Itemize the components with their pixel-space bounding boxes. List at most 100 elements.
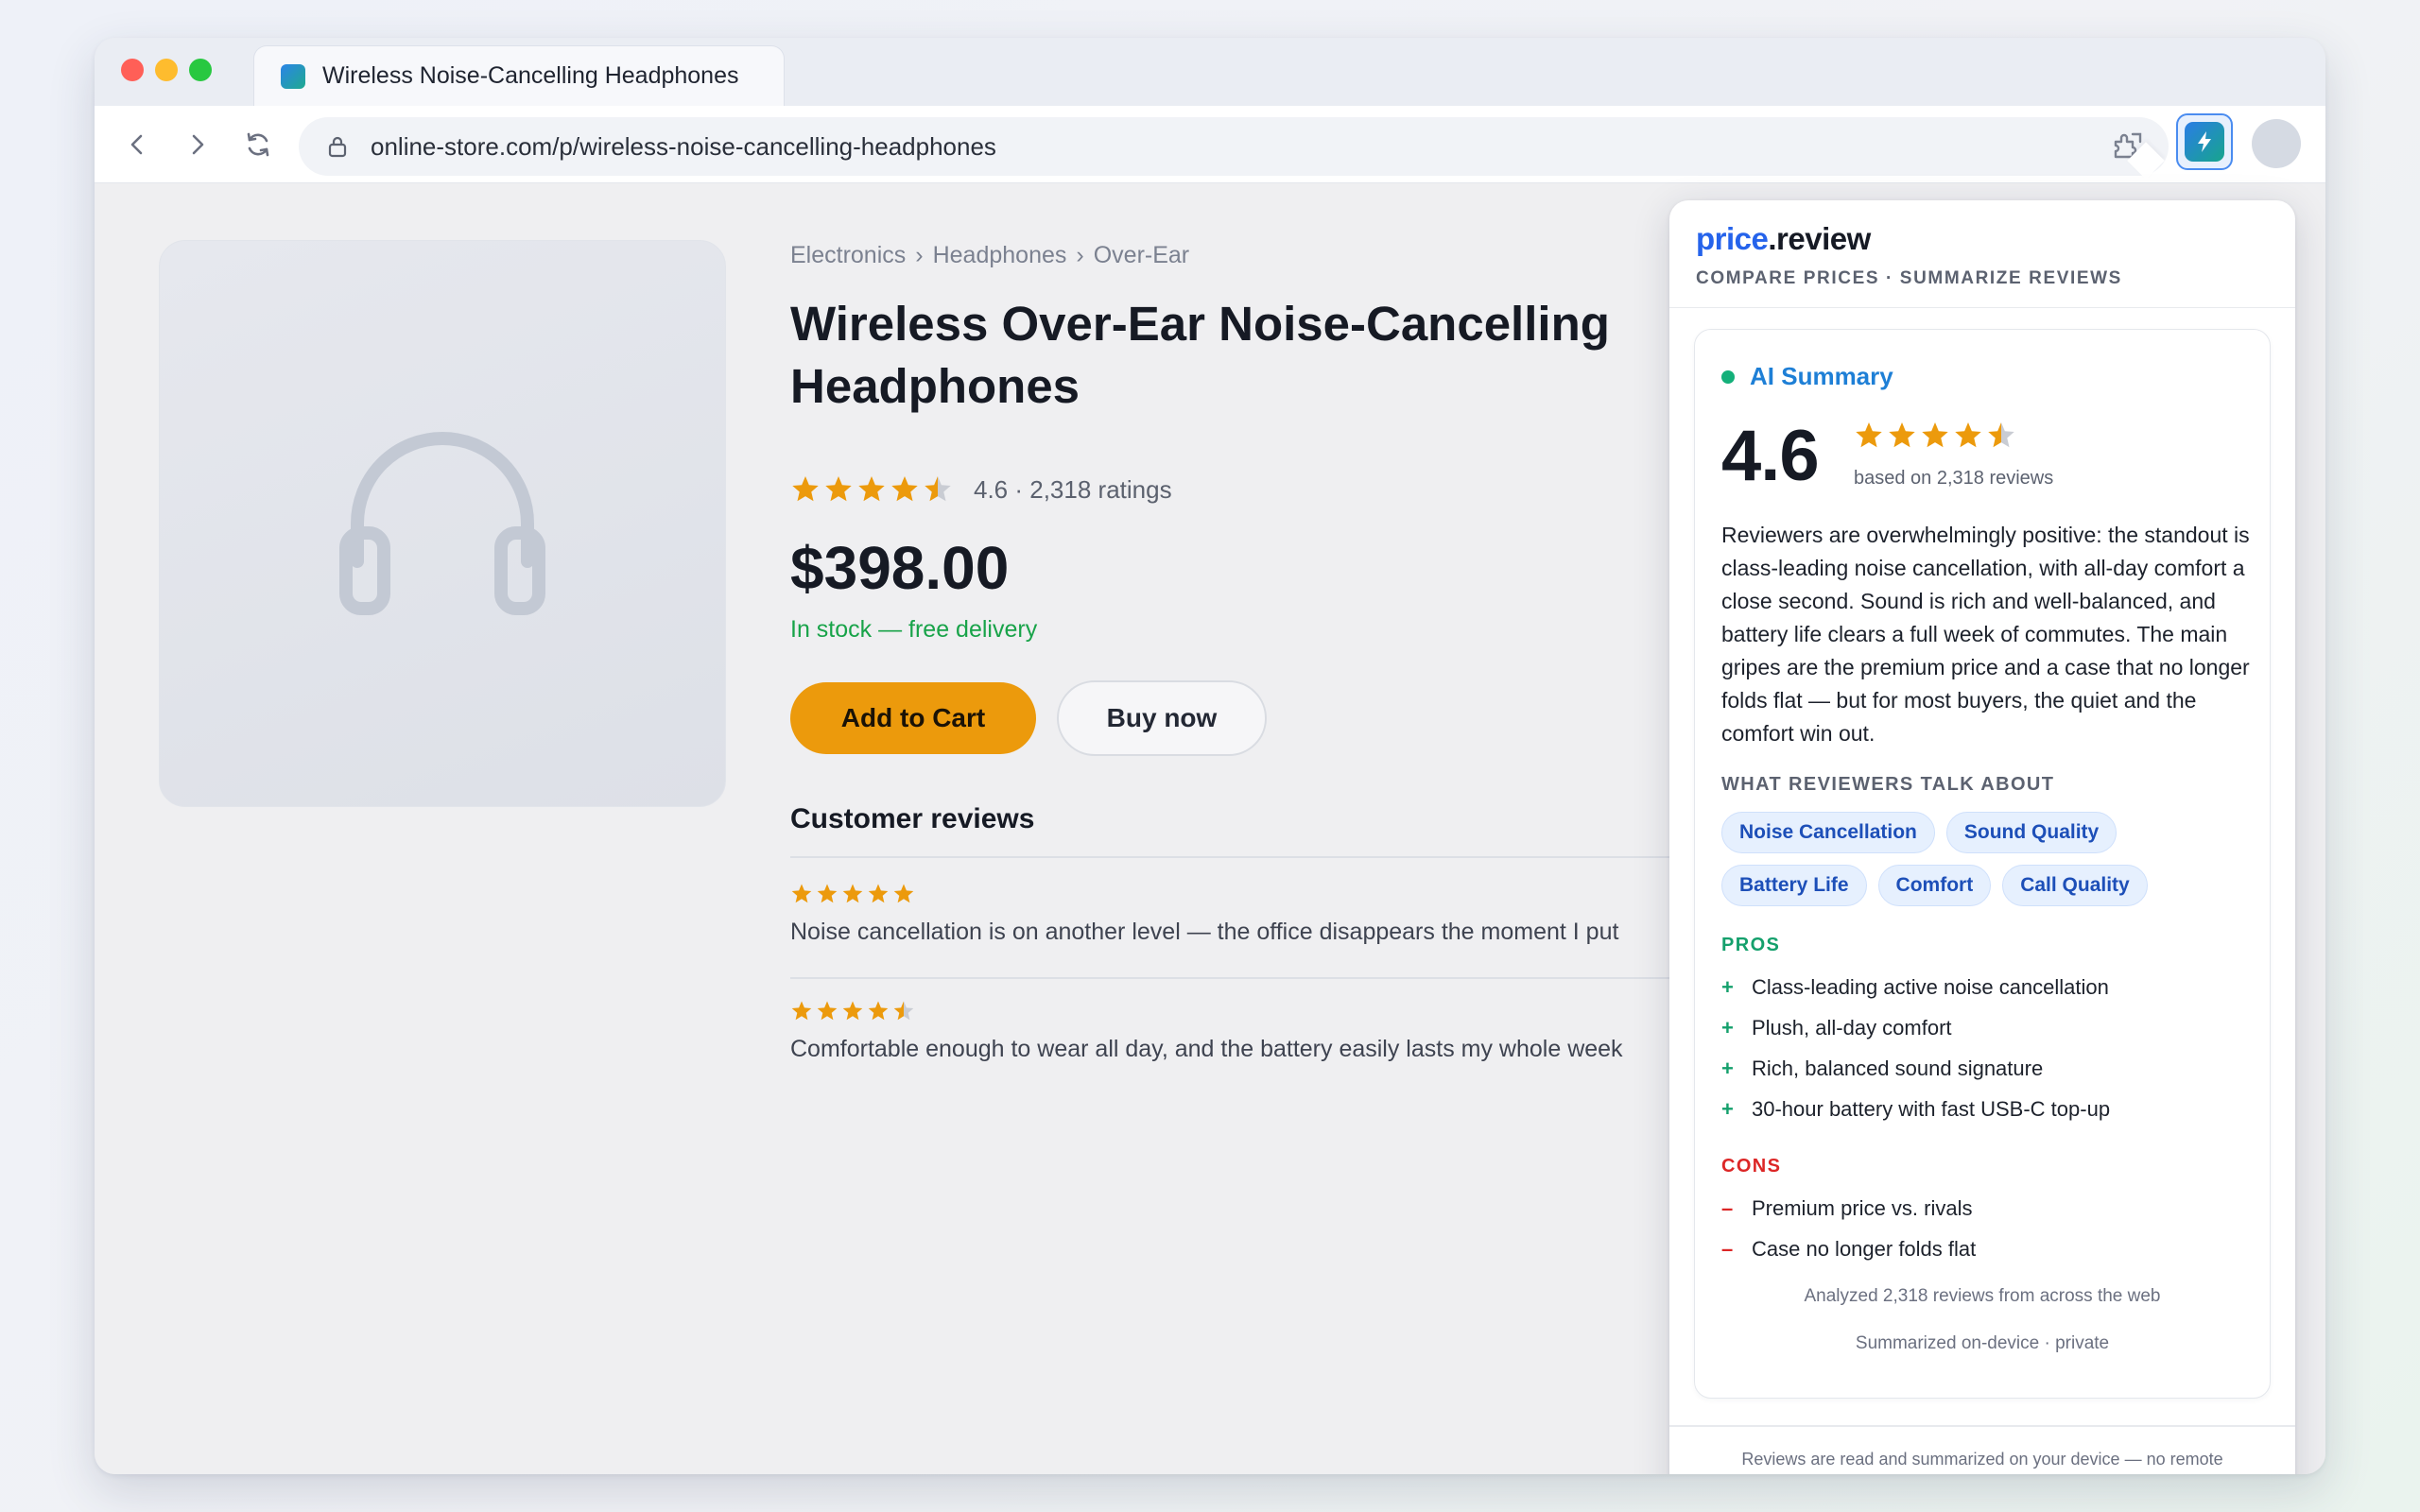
review-item: Noise cancellation is on another level —… [790, 883, 1754, 946]
review-count: based on 2,318 reviews [1854, 468, 2054, 489]
cons-list: – Premium price vs. rivals – Case no longer… [1721, 1188, 2256, 1269]
brand-part-a: price [1696, 221, 1769, 256]
cons-label: CONS [1721, 1156, 1782, 1177]
favicon-icon [281, 63, 305, 89]
browser-toolbar: online-store.com/p/wireless-noise-cancel… [95, 106, 2325, 183]
buy-now-button[interactable]: Buy now [1057, 680, 1267, 756]
topic-chips: Noise Cancellation Sound Quality Battery L… [1721, 812, 2251, 906]
tab-active[interactable]: Wireless Noise-Cancelling Headphones [253, 45, 785, 106]
list-item: + Rich, balanced sound signature [1721, 1048, 2256, 1089]
summary-stars [1854, 421, 2016, 451]
star-full-icon [842, 884, 863, 903]
topic-chip[interactable]: Battery Life [1721, 865, 1867, 906]
breadcrumb-item[interactable]: Headphones [933, 242, 1067, 269]
ai-summary-title: AI Summary [1750, 362, 1893, 390]
minus-icon: – [1721, 1195, 1734, 1220]
star-full-icon [817, 884, 838, 903]
breadcrumb-item[interactable]: Over-Ear [1094, 242, 1189, 269]
review-text: Comfortable enough to wear all day, and … [790, 1036, 1623, 1062]
plus-icon: + [1721, 1056, 1734, 1080]
breadcrumb-separator: › [915, 242, 924, 268]
review-stars [790, 883, 1754, 905]
list-item-text: Premium price vs. rivals [1752, 1195, 1973, 1220]
list-item-text: Plush, all-day comfort [1752, 1015, 1952, 1040]
topic-chip[interactable]: Call Quality [2002, 865, 2148, 906]
product-title: Wireless Over-Ear Noise-Cancelling Headp… [790, 297, 1610, 413]
ai-summary-label: AI Summary [1721, 362, 1893, 391]
minimize-window-button[interactable] [155, 59, 178, 81]
tab-title: Wireless Noise-Cancelling Headphones [322, 62, 739, 89]
plus-icon: + [1721, 974, 1734, 999]
lock-icon [327, 133, 354, 160]
list-item: – Case no longer folds flat [1721, 1228, 2256, 1269]
list-item: + Plush, all-day comfort [1721, 1007, 2256, 1048]
add-to-cart-button[interactable]: Add to Cart [790, 682, 1036, 754]
rating-stars [790, 474, 953, 505]
divider [1669, 1425, 2295, 1427]
topic-chip[interactable]: Comfort [1877, 865, 1992, 906]
star-full-icon [891, 476, 918, 502]
product-price: $398.00 [790, 534, 1010, 602]
star-full-icon [1922, 422, 1948, 448]
popup-header: price.review COMPARE PRICES · SUMMARIZE … [1669, 200, 2295, 308]
rating-count: 4.6 · 2,318 ratings [974, 474, 1172, 504]
price-review-logo-icon [2185, 122, 2224, 162]
back-button[interactable] [117, 125, 157, 164]
brand-part-b: .review [1768, 221, 1871, 256]
summary-score: 4.6 [1721, 416, 1820, 496]
minus-icon: – [1721, 1236, 1734, 1261]
star-full-icon [791, 884, 812, 903]
plus-icon: + [1721, 1015, 1734, 1040]
privacy-note: Summarized on-device · private [1855, 1333, 2110, 1353]
brand-logo: price.review [1696, 221, 2295, 257]
list-item-text: Class-leading active noise cancellation [1752, 974, 2109, 999]
star-full-icon [868, 1001, 889, 1021]
chevron-right-icon [192, 134, 204, 155]
profile-avatar[interactable] [2252, 119, 2301, 168]
address-bar[interactable]: online-store.com/p/wireless-noise-cancel… [299, 117, 2169, 176]
pros-label: PROS [1721, 935, 1781, 955]
star-half-icon [925, 476, 951, 502]
summary-text: Reviewers are overwhelmingly positive: t… [1721, 523, 2250, 746]
star-full-icon [791, 1001, 812, 1021]
list-item: + Class-leading active noise cancellation [1721, 967, 2256, 1007]
star-full-icon [858, 476, 885, 502]
star-full-icon [817, 1001, 838, 1021]
ai-summary-card: AI Summary 4.6 based on 2,318 reviews Re… [1694, 329, 2271, 1399]
list-item: – Premium price vs. rivals [1721, 1188, 2256, 1228]
list-item-text: Rich, balanced sound signature [1752, 1056, 2044, 1080]
product-rating[interactable]: 4.6 · 2,318 ratings [790, 474, 1172, 505]
list-item-text: Case no longer folds flat [1752, 1236, 1977, 1261]
star-half-icon [1988, 422, 2014, 448]
breadcrumb-separator: › [1076, 242, 1084, 268]
star-full-icon [1889, 422, 1915, 448]
chevron-left-icon [130, 134, 143, 155]
pros-list: + Class-leading active noise cancellation… [1721, 967, 2256, 1129]
forward-button[interactable] [178, 125, 217, 164]
url-text: online-store.com/p/wireless-noise-cancel… [371, 131, 996, 161]
breadcrumb-item[interactable]: Electronics [790, 242, 906, 269]
topic-chip[interactable]: Noise Cancellation [1721, 812, 1935, 853]
star-half-icon [893, 1001, 914, 1021]
list-item: +30-hour battery with fast USB-C top-up [1721, 1089, 2256, 1129]
reload-icon [247, 132, 269, 157]
review-stars [790, 1000, 1754, 1022]
price-review-extension-button[interactable] [2176, 113, 2233, 170]
topic-chip[interactable]: Sound Quality [1945, 812, 2118, 853]
headphones-icon [339, 432, 545, 615]
tab-bar: Wireless Noise-Cancelling Headphones [95, 38, 2325, 106]
review-text: Noise cancellation is on another level —… [790, 919, 1619, 945]
product-image[interactable] [159, 240, 726, 807]
review-item: Comfortable enough to wear all day, and … [790, 1000, 1754, 1063]
tagline: COMPARE PRICES · SUMMARIZE REVIEWS [1696, 268, 2122, 288]
star-full-icon [842, 1001, 863, 1021]
close-window-button[interactable] [121, 59, 144, 81]
popup-footer-note: Reviews are read and summarized on your … [1741, 1450, 2223, 1469]
maximize-window-button[interactable] [189, 59, 212, 81]
breadcrumb: Electronics › Headphones › Over-Ear [790, 242, 1189, 269]
analyzed-note: Analyzed 2,318 reviews from across the w… [1804, 1286, 2161, 1306]
star-full-icon [1856, 422, 1882, 448]
reload-button[interactable] [238, 125, 278, 164]
topics-label: WHAT REVIEWERS TALK ABOUT [1721, 774, 2055, 795]
star-full-icon [1955, 422, 1981, 448]
